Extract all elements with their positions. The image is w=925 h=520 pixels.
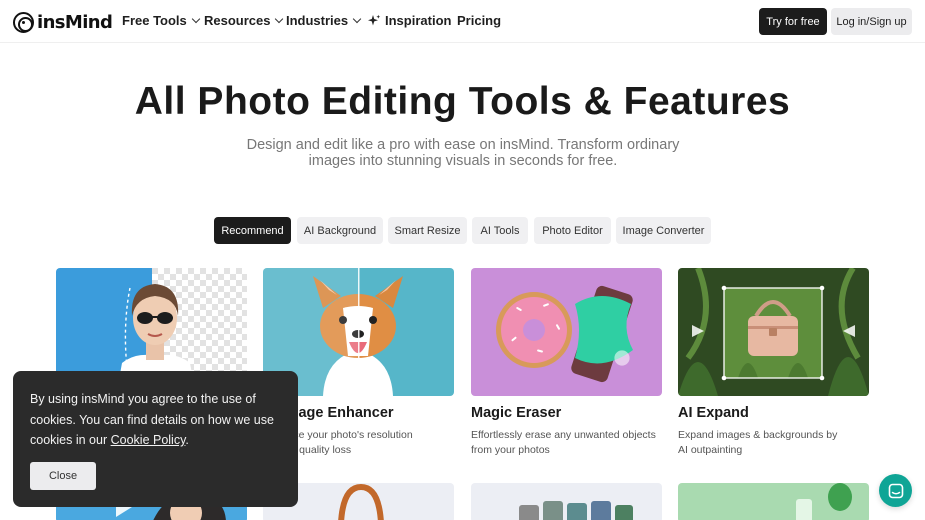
tab-image-converter[interactable]: Image Converter xyxy=(616,217,711,244)
nav-free-tools-label: Free Tools xyxy=(122,13,187,28)
sparkle-icon xyxy=(368,14,381,25)
chat-icon xyxy=(888,483,903,498)
page-title: All Photo Editing Tools & Features xyxy=(134,80,791,123)
nav-industries-label: Industries xyxy=(286,13,349,28)
tab-photo-editor[interactable]: Photo Editor xyxy=(534,217,611,244)
cookie-banner: By using insMind you agree to the use of… xyxy=(13,371,298,507)
nav-pricing-label: Pricing xyxy=(457,13,502,28)
card-row2-4-image[interactable] xyxy=(678,483,869,520)
nav-inspiration-label: Inspiration xyxy=(385,13,452,28)
card-title-magic-eraser[interactable]: Magic Eraser xyxy=(471,405,561,421)
nav-free-tools[interactable]: Free Tools xyxy=(122,13,201,28)
page-subtitle: Design and edit like a pro with ease on … xyxy=(246,137,680,169)
chat-launcher-button[interactable] xyxy=(879,474,912,507)
cookie-policy-link[interactable]: Cookie Policy xyxy=(111,433,186,447)
try-for-free-button[interactable]: Try for free xyxy=(759,8,827,35)
card-desc-ai-expand: Expand images & backgrounds by AI outpai… xyxy=(678,429,838,456)
logo-text: insMind xyxy=(37,11,113,33)
card-title-ai-expand[interactable]: AI Expand xyxy=(678,405,749,421)
chevron-down-icon xyxy=(275,14,284,23)
card-desc-magic-eraser: Effortlessly erase any unwanted objects … xyxy=(471,429,656,456)
insmind-logo[interactable]: insMind xyxy=(13,10,113,34)
login-signup-button[interactable]: Log in/Sign up xyxy=(831,8,912,35)
card-row2-3-image[interactable] xyxy=(471,483,662,520)
card-ai-expand-image[interactable] xyxy=(678,268,869,396)
tab-ai-background[interactable]: AI Background xyxy=(297,217,383,244)
top-navbar: insMind Free Tools Resources Industries … xyxy=(0,0,925,43)
nav-inspiration[interactable]: Inspiration xyxy=(367,13,451,28)
card-magic-eraser-image[interactable] xyxy=(471,268,662,396)
nav-resources-label: Resources xyxy=(204,13,271,28)
cookie-close-button[interactable]: Close xyxy=(30,462,96,490)
chevron-down-icon xyxy=(191,14,201,23)
tab-recommend[interactable]: Recommend xyxy=(214,217,291,244)
nav-pricing[interactable]: Pricing xyxy=(457,13,501,28)
nav-resources[interactable]: Resources xyxy=(204,13,284,28)
nav-industries[interactable]: Industries xyxy=(286,13,362,28)
logo-icon xyxy=(13,11,34,33)
cookie-message-end: . xyxy=(185,433,189,447)
tab-ai-tools[interactable]: AI Tools xyxy=(472,217,528,244)
cookie-message: By using insMind you agree to the use of… xyxy=(30,389,290,451)
chevron-down-icon xyxy=(352,14,362,23)
tab-smart-resize[interactable]: Smart Resize xyxy=(388,217,467,244)
